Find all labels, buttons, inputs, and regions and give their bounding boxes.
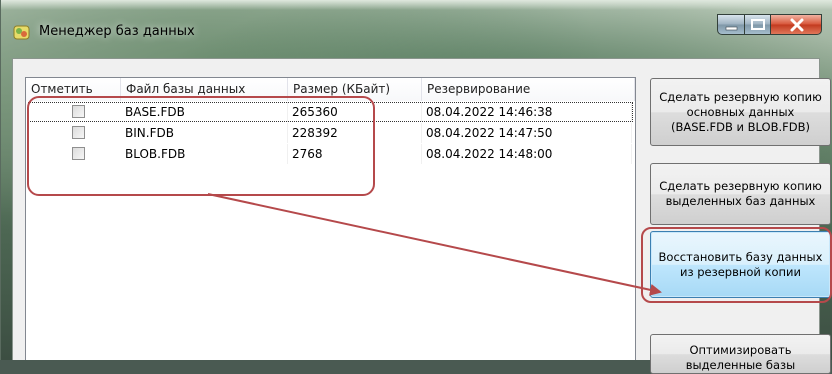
annotation-arrow [207, 193, 662, 296]
